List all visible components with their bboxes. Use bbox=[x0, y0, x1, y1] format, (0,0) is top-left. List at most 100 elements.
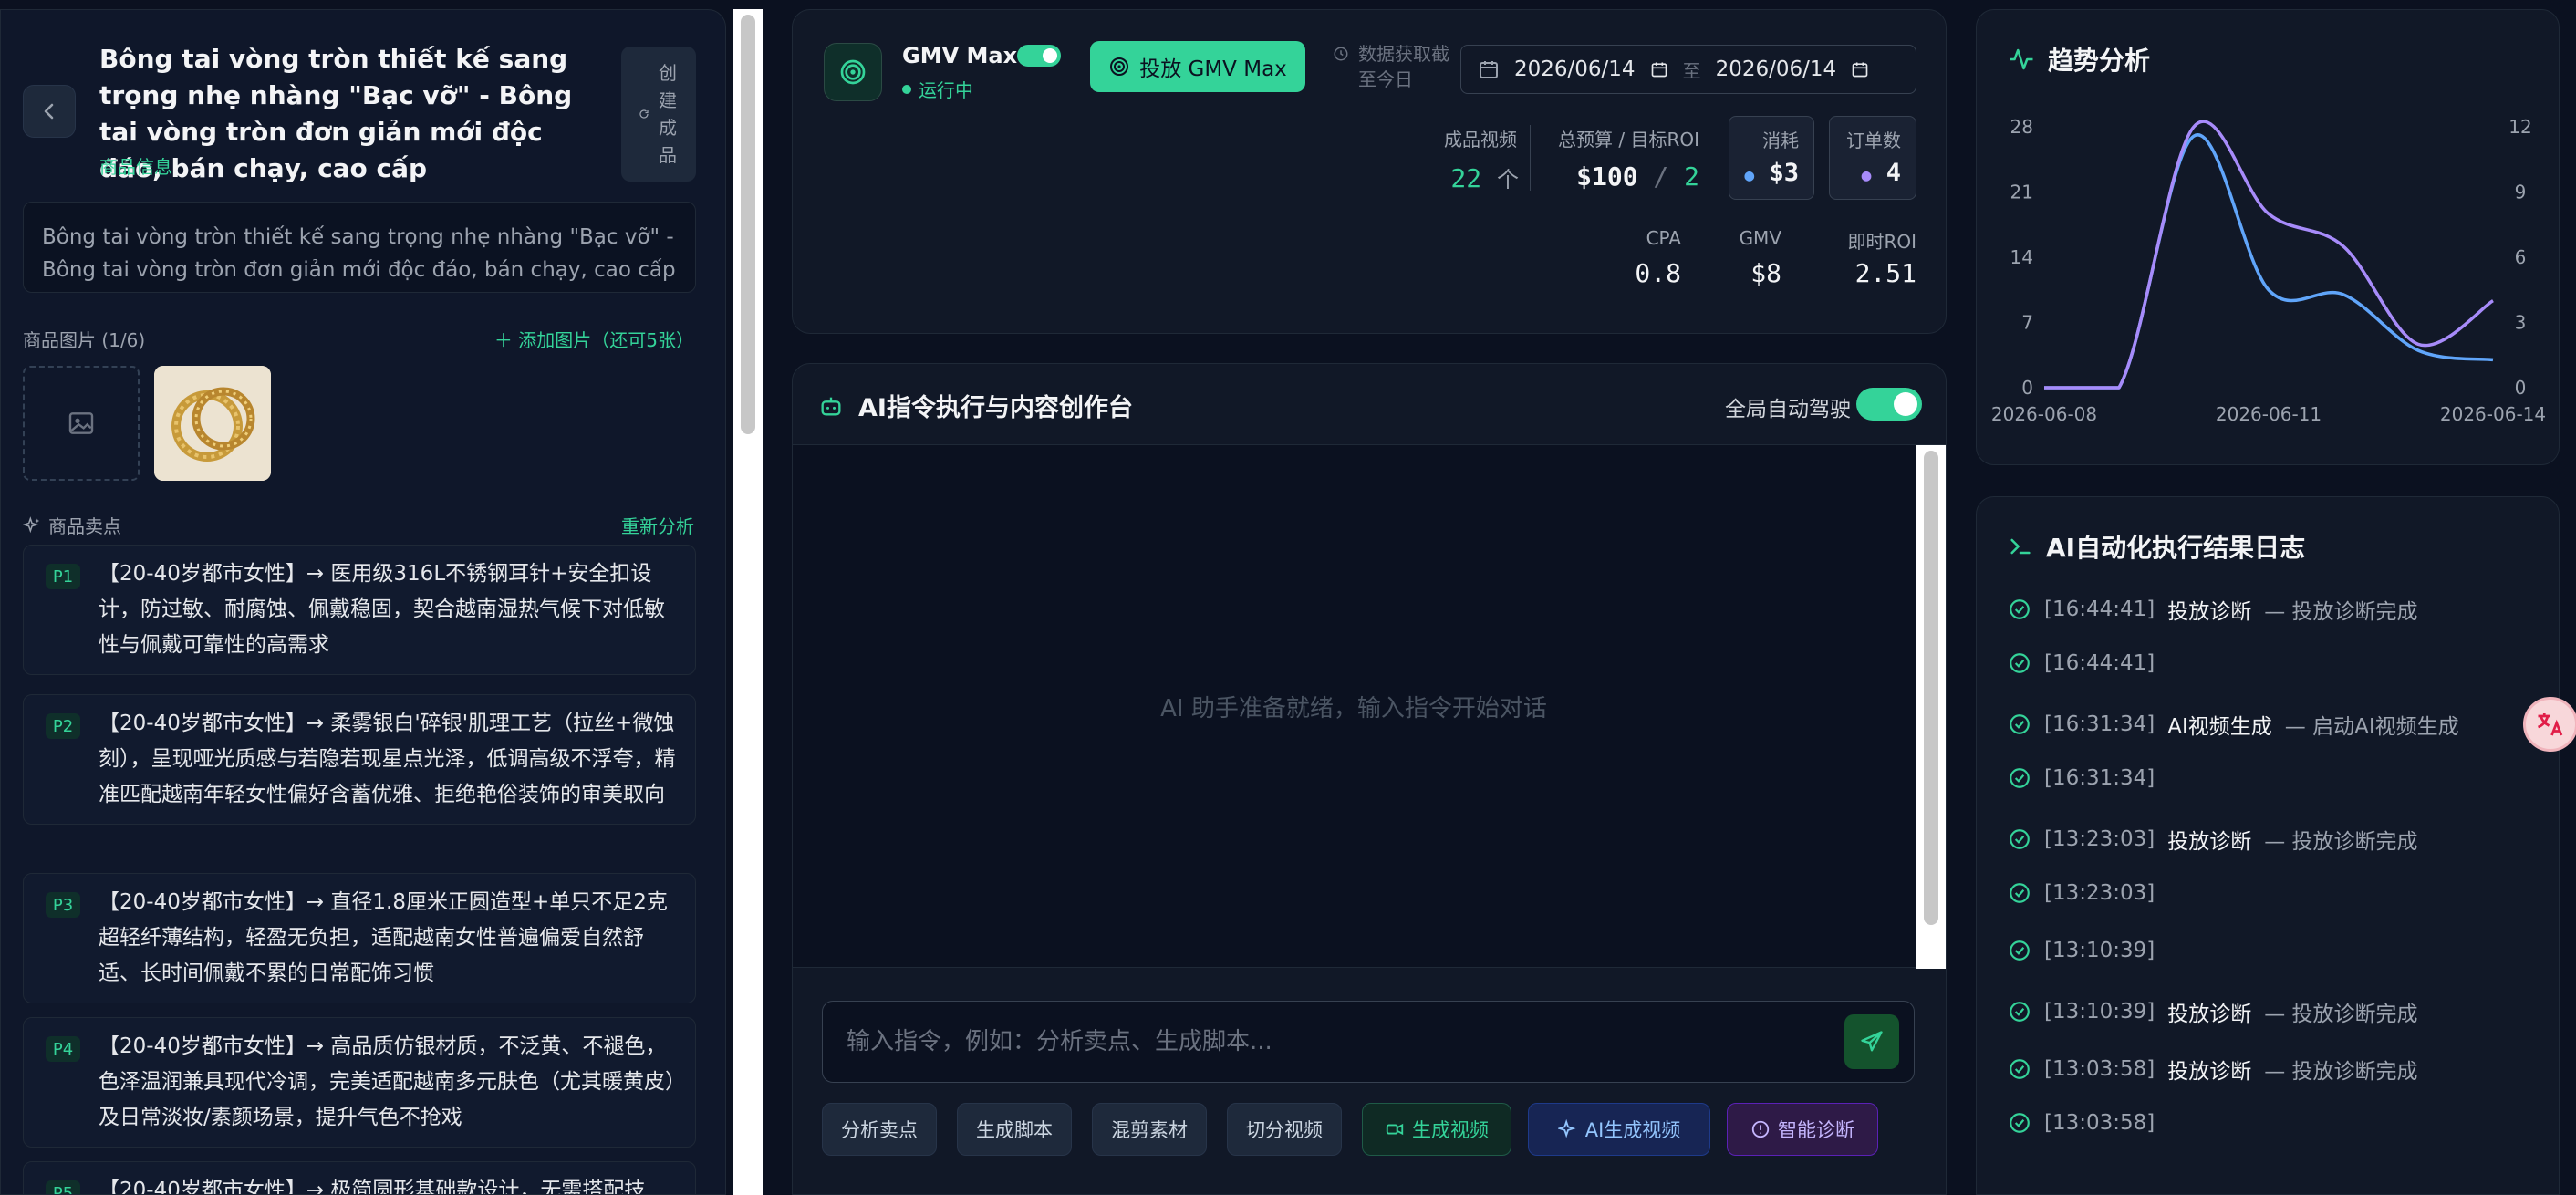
log-time: [16:31:34] bbox=[2044, 712, 2155, 736]
budget-value: $100 / 2 bbox=[1576, 161, 1699, 192]
log-action: AI视频生成 bbox=[2167, 715, 2272, 739]
selling-point-item[interactable]: P5 【20-40岁都市女性】→ 极简圆形基础款设计，无需搭配技 bbox=[23, 1161, 696, 1195]
create-product-button[interactable]: 创建成品 bbox=[621, 47, 696, 182]
log-action: 投放诊断 bbox=[2167, 1003, 2252, 1026]
chat-scrollbar[interactable] bbox=[1916, 445, 1946, 969]
y-right-tick-label: 0 bbox=[2515, 377, 2527, 399]
target-icon bbox=[824, 43, 882, 101]
create-product-label: 创建成品 bbox=[659, 62, 677, 166]
selling-point-item[interactable]: P2 【20-40岁都市女性】→ 柔雾银白'碎银'肌理工艺（拉丝+微蚀刻），呈现… bbox=[23, 694, 696, 825]
selling-point-tag: P3 bbox=[46, 892, 80, 918]
status-dot bbox=[902, 84, 911, 94]
add-image-button[interactable]: ＋ 添加图片（还可5张） bbox=[494, 326, 694, 352]
log-entry: [13:23:03] bbox=[2008, 881, 2155, 905]
y-left-tick-label: 14 bbox=[2010, 246, 2033, 268]
log-detail: — 投放诊断完成 bbox=[2264, 830, 2418, 854]
generate-video-button[interactable]: 生成视频 bbox=[1362, 1103, 1511, 1156]
autopilot-toggle[interactable] bbox=[1856, 388, 1922, 421]
back-button[interactable] bbox=[23, 85, 76, 138]
y-left-tick-label: 0 bbox=[2021, 377, 2033, 399]
autopilot-label: 全局自动驾驶 bbox=[1725, 398, 1851, 421]
date-from[interactable]: 2026/06/14 bbox=[1514, 57, 1636, 81]
y-left-tick-label: 21 bbox=[2010, 182, 2033, 203]
y-left-tick-label: 28 bbox=[2010, 116, 2033, 138]
chat-scrollbar-thumb[interactable] bbox=[1924, 451, 1938, 925]
x-tick-label: 2026-06-08 bbox=[1991, 403, 2097, 425]
budget-label: 总预算 / 目标ROI bbox=[1558, 129, 1699, 151]
log-time: [16:44:41] bbox=[2044, 651, 2155, 675]
check-circle-icon bbox=[2010, 1113, 2030, 1133]
selling-point-tag: P4 bbox=[46, 1036, 80, 1062]
bot-icon bbox=[821, 397, 841, 415]
product-title: Bông tai vòng tròn thiết kế sang trọng n… bbox=[99, 44, 573, 183]
log-entry: [13:03:58] bbox=[2008, 1111, 2155, 1135]
trend-panel: 趋势分析 0 7 14 21 28 0 3 6 9 12 2026-06-08 2026-06-11 2… bbox=[1976, 9, 2560, 465]
y-right-tick-label: 12 bbox=[2508, 116, 2531, 138]
plus-icon: ＋ bbox=[493, 329, 519, 351]
selling-point-item[interactable]: P4 【20-40岁都市女性】→ 高品质仿银材质，不泛黄、不褪色，色泽温润兼具现… bbox=[23, 1017, 696, 1148]
earring-image bbox=[154, 366, 271, 481]
log-entry: [13:23:03] 投放诊断 — 投放诊断完成 bbox=[2008, 824, 2418, 855]
log-entry: [16:44:41] 投放诊断 — 投放诊断完成 bbox=[2008, 594, 2418, 625]
diagnosis-icon bbox=[1751, 1120, 1770, 1138]
gmv-value: $8 bbox=[1750, 258, 1781, 288]
analyze-selling-points-button[interactable]: 分析卖点 bbox=[822, 1103, 937, 1156]
log-time: [13:10:39] bbox=[2044, 1000, 2155, 1024]
selling-point-item[interactable]: P3 【20-40岁都市女性】→ 直径1.8厘米正圆造型+单只不足2克超轻纤薄结… bbox=[23, 873, 696, 1003]
log-action: 投放诊断 bbox=[2167, 600, 2252, 624]
clock-icon bbox=[1334, 47, 1348, 61]
selling-point-text: 【20-40岁都市女性】→ 医用级316L不锈钢耳针+安全扣设计，防过敏、耐腐蚀… bbox=[99, 562, 665, 657]
selling-point-tag: P2 bbox=[46, 713, 80, 739]
selling-point-tag: P1 bbox=[46, 564, 80, 589]
refresh-icon bbox=[639, 109, 649, 119]
split-video-button[interactable]: 切分视频 bbox=[1227, 1103, 1342, 1156]
instant-roi-label: 即时ROI bbox=[1847, 231, 1916, 253]
log-time: [13:03:58] bbox=[2044, 1111, 2155, 1135]
launch-gmv-max-button[interactable]: 投放 GMV Max bbox=[1090, 41, 1305, 92]
gmv-max-panel: GMV Max 运行中 投放 GMV Max 数据获取截 至今日 2026/06/… bbox=[792, 9, 1947, 334]
product-images-label: 商品图片 (1/6) bbox=[23, 329, 146, 351]
y-right-tick-label: 3 bbox=[2515, 312, 2527, 334]
log-entry: [13:10:39] 投放诊断 — 投放诊断完成 bbox=[2008, 996, 2418, 1027]
product-image-thumbnail[interactable] bbox=[154, 366, 271, 481]
generate-script-button[interactable]: 生成脚本 bbox=[957, 1103, 1072, 1156]
check-circle-icon bbox=[2010, 1059, 2030, 1079]
smart-diagnosis-button[interactable]: 智能诊断 bbox=[1727, 1103, 1878, 1156]
cpa-value: 0.8 bbox=[1635, 258, 1681, 288]
ai-generate-video-button[interactable]: AI生成视频 bbox=[1528, 1103, 1710, 1156]
check-circle-icon bbox=[2010, 599, 2030, 619]
y-left-tick-label: 7 bbox=[2021, 312, 2033, 334]
send-button[interactable] bbox=[1844, 1014, 1899, 1069]
command-input[interactable] bbox=[823, 1002, 1826, 1082]
sparkle-icon bbox=[1557, 1119, 1576, 1138]
log-detail: — 启动AI视频生成 bbox=[2284, 715, 2459, 739]
log-action: 投放诊断 bbox=[2167, 830, 2252, 854]
chat-area[interactable]: AI 助手准备就绪，输入指令开始对话 bbox=[793, 444, 1946, 969]
selling-point-item[interactable]: P1 【20-40岁都市女性】→ 医用级316L不锈钢耳针+安全扣设计，防过敏、… bbox=[23, 545, 696, 675]
date-to[interactable]: 2026/06/14 bbox=[1716, 57, 1837, 81]
video-icon bbox=[1386, 1123, 1404, 1136]
x-tick-label: 2026-06-11 bbox=[2216, 403, 2322, 425]
image-placeholder-slot[interactable] bbox=[23, 366, 140, 481]
calendar-icon bbox=[1651, 62, 1667, 78]
remix-material-button[interactable]: 混剪素材 bbox=[1092, 1103, 1207, 1156]
instant-roi-value: 2.51 bbox=[1854, 258, 1916, 288]
translate-button[interactable] bbox=[2523, 697, 2576, 752]
videos-value: 22 个 bbox=[1450, 163, 1519, 193]
scrollbar-thumb[interactable] bbox=[741, 15, 755, 434]
date-range-picker[interactable]: 2026/06/14 至 2026/06/14 bbox=[1460, 45, 1916, 94]
log-title: AI自动化执行结果日志 bbox=[2008, 528, 2305, 565]
x-tick-label: 2026-06-14 bbox=[2440, 403, 2546, 425]
orders-card: 订单数 ● 4 bbox=[1829, 116, 1916, 200]
calendar-icon bbox=[1852, 62, 1868, 78]
product-description[interactable]: Bông tai vòng tròn thiết kế sang trọng n… bbox=[23, 202, 696, 293]
reanalyze-button[interactable]: 重新分析 bbox=[621, 512, 694, 538]
log-time: [13:10:39] bbox=[2044, 939, 2155, 962]
selling-point-text: 【20-40岁都市女性】→ 极简圆形基础款设计，无需搭配技 bbox=[99, 1179, 646, 1195]
selling-point-tag: P5 bbox=[46, 1180, 80, 1194]
log-entry: [16:44:41] bbox=[2008, 651, 2155, 675]
log-detail: — 投放诊断完成 bbox=[2264, 1060, 2418, 1084]
divider bbox=[1530, 125, 1531, 191]
gmv-max-toggle[interactable] bbox=[1017, 45, 1061, 67]
log-action: 投放诊断 bbox=[2167, 1060, 2252, 1084]
